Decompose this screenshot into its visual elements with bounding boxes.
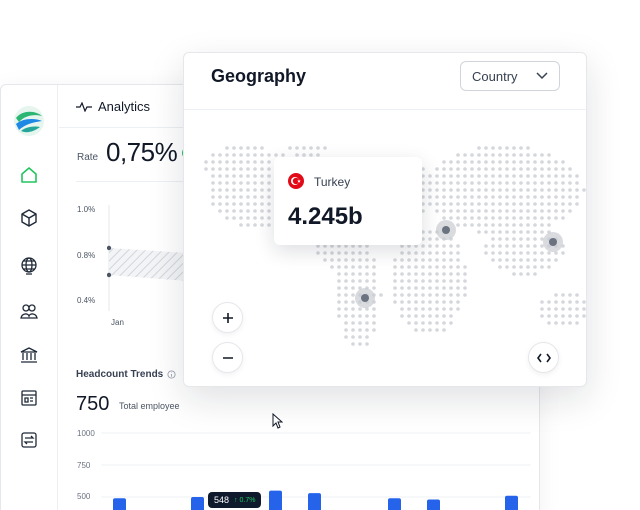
- globe-icon: [21, 257, 37, 275]
- geography-card: Geography Country Turkey 4.245b: [183, 52, 587, 387]
- bar-ytick-750: 750: [77, 461, 91, 470]
- expand-button[interactable]: [528, 342, 559, 373]
- headcount-bar-7: [505, 495, 518, 510]
- geography-title: Geography: [211, 66, 307, 86]
- tooltip-value: 548: [214, 495, 230, 505]
- code-brackets-icon: [536, 353, 551, 362]
- headcount-title: Headcount Trends: [76, 369, 164, 380]
- country-select-value: Country: [472, 68, 518, 84]
- sidebar-item-store[interactable]: [17, 386, 41, 410]
- map-marker-3: [361, 294, 369, 302]
- world-dot-map[interactable]: [184, 110, 587, 387]
- pulse-icon: [76, 101, 92, 112]
- popup-country-name: Turkey: [314, 175, 351, 189]
- minus-icon: [222, 356, 233, 359]
- bar-tooltip: 548 ↑ 0.7%: [208, 492, 262, 508]
- headcount-value: 750: [76, 393, 110, 415]
- headcount-subtitle: Total employee: [119, 401, 180, 411]
- bar-ytick-1000: 1000: [77, 429, 95, 438]
- exchange-icon: [21, 432, 37, 448]
- turkey-flag-icon: [288, 173, 304, 189]
- headcount-bar-2: [191, 497, 204, 510]
- country-popup: Turkey 4.245b: [274, 157, 422, 245]
- map-marker-2: [549, 238, 557, 246]
- sidebar-item-people[interactable]: [17, 299, 41, 323]
- sidebar-item-products[interactable]: [17, 206, 41, 230]
- sidebar-item-home[interactable]: [17, 163, 41, 187]
- popup-country-value: 4.245b: [288, 203, 363, 230]
- screenshot-stage: Analytics Rate 0,75% 1.0% 0.8% 0.4% Jan …: [0, 0, 640, 510]
- cube-icon: [21, 209, 37, 227]
- store-icon: [21, 390, 37, 406]
- mouse-cursor-icon: [272, 413, 283, 429]
- analytics-header: Analytics: [76, 99, 150, 114]
- analytics-title: Analytics: [98, 99, 151, 114]
- rate-label: Rate: [77, 152, 99, 163]
- sidebar: [1, 85, 58, 510]
- headcount-bar-6: [427, 499, 440, 510]
- zoom-in-button[interactable]: [212, 302, 243, 333]
- users-icon: [20, 304, 38, 319]
- tooltip-delta: ↑ 0.7%: [234, 496, 256, 504]
- rate-xtick-jan: Jan: [111, 318, 124, 327]
- headcount-bar-3: [269, 490, 282, 510]
- chevron-down-icon: [536, 72, 548, 80]
- rate-band-point-top: [107, 245, 112, 251]
- map-marker-1: [442, 226, 450, 234]
- headcount-bar-1: [113, 498, 126, 510]
- plus-icon: [222, 312, 233, 323]
- rate-band-chart: [107, 205, 187, 311]
- rate-ytick-2: 0.8%: [77, 251, 96, 260]
- rate-band-area: [109, 248, 187, 281]
- headcount-bar-4: [308, 493, 321, 510]
- home-icon: [21, 167, 37, 183]
- rate-ytick-1: 1.0%: [77, 205, 96, 214]
- headcount-bar-chart: [101, 432, 531, 510]
- country-select[interactable]: Country: [460, 61, 560, 91]
- rate-band-point-bottom: [107, 272, 112, 278]
- sidebar-item-bank[interactable]: [17, 343, 41, 367]
- sidebar-item-transfers[interactable]: [17, 428, 41, 452]
- rate-value: 0,75%: [106, 137, 178, 167]
- rate-ytick-3: 0.4%: [77, 296, 96, 305]
- info-icon[interactable]: [167, 370, 176, 379]
- headcount-bar-5: [388, 498, 401, 510]
- sidebar-item-global[interactable]: [17, 254, 41, 278]
- bar-ytick-500: 500: [77, 492, 91, 501]
- zoom-out-button[interactable]: [212, 342, 243, 373]
- headcount-header: Headcount Trends: [76, 369, 176, 380]
- brand-logo-icon: [14, 106, 44, 136]
- bank-icon: [20, 347, 38, 363]
